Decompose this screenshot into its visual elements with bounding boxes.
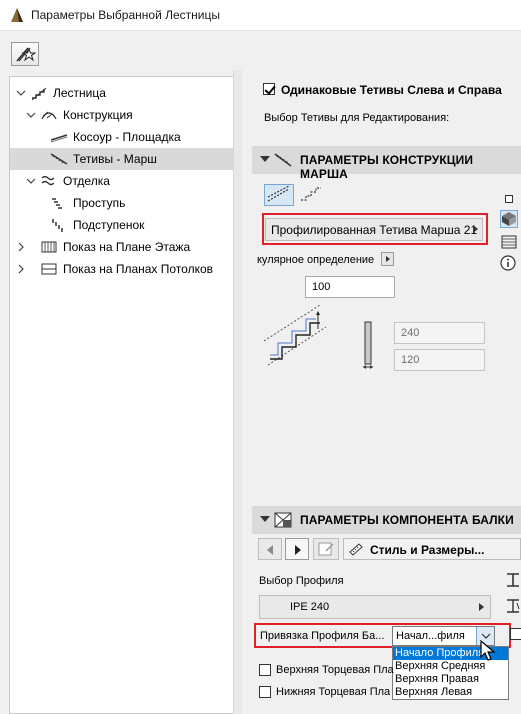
tree-item-label: Лестница xyxy=(53,86,106,100)
window-title: Параметры Выбранной Лестницы xyxy=(31,8,220,22)
cube-icon xyxy=(502,212,516,226)
white-square-icon[interactable] xyxy=(505,195,513,203)
profile-value: IPE 240 xyxy=(290,601,330,613)
tree-item-riser[interactable]: Подступенок xyxy=(10,214,233,236)
flight-section-header[interactable]: ПАРАМЕТРЫ КОНСТРУКЦИИ МАРША xyxy=(252,146,521,181)
previous-button[interactable] xyxy=(258,538,282,560)
floor-plan-icon xyxy=(41,241,57,253)
anchor-option[interactable]: Верхняя Правая xyxy=(393,673,508,686)
favorites-button[interactable] xyxy=(11,42,39,66)
flight-section-title: ПАРАМЕТРЫ КОНСТРУКЦИИ МАРША xyxy=(300,153,474,181)
profile-select-popup[interactable]: IPE 240 xyxy=(259,595,491,619)
favorites-star-icon xyxy=(16,47,36,62)
arrow-left-icon xyxy=(267,545,273,555)
collapse-triangle-icon[interactable] xyxy=(260,156,270,162)
stringer-flight-icon xyxy=(50,153,68,165)
stringer-type-profiled-button[interactable] xyxy=(298,184,326,206)
ceiling-plan-icon xyxy=(41,263,57,275)
tree-item-tread[interactable]: Проступь xyxy=(10,192,233,214)
stringer-select-label: Выбор Тетивы для Редактирования: xyxy=(264,112,450,124)
edit-icon xyxy=(318,542,334,556)
style-dimensions-button[interactable]: Стиль и Размеры... xyxy=(343,538,521,560)
stringer-type-value: Профилированная Тетива Марша 21 xyxy=(271,223,478,237)
profile-section-icon xyxy=(363,321,373,369)
finish-icon xyxy=(41,175,55,186)
bottom-end-plate-checkbox[interactable] xyxy=(259,686,271,698)
height-input[interactable]: 240 xyxy=(394,322,485,344)
width-input[interactable]: 120 xyxy=(394,349,485,371)
i-beam-icon[interactable] xyxy=(506,572,520,588)
beam-section-header[interactable]: ПАРАМЕТРЫ КОМПОНЕНТА БАЛКИ xyxy=(252,506,521,534)
tree-item-flight-stringers[interactable]: Тетивы - Марш xyxy=(10,148,233,170)
top-end-plate-label: Верхняя Торцевая Пла xyxy=(276,664,394,676)
profile-orientation-icon[interactable] xyxy=(506,597,520,615)
tree-item-label: Показ на Планах Потолков xyxy=(63,262,213,276)
tree-item-label: Отделка xyxy=(63,174,110,188)
sloped-stringer-icon xyxy=(267,185,290,202)
bottom-end-plate-label: Нижняя Торцевая Пла xyxy=(276,686,391,698)
collapse-triangle-icon[interactable] xyxy=(260,516,270,522)
same-stringers-label: Одинаковые Тетивы Слева и Справа xyxy=(281,83,502,97)
anchor-value: Начал...филя xyxy=(396,630,465,642)
chevron-down-icon[interactable] xyxy=(26,110,36,120)
info-icon[interactable] xyxy=(500,255,516,271)
section-view-icon[interactable] xyxy=(500,234,518,250)
custom-definition-label: кулярное определение xyxy=(257,254,375,266)
tree-item-ceiling-plan[interactable]: Показ на Планах Потолков xyxy=(10,258,233,280)
app-icon xyxy=(11,8,23,22)
tree-item-label: Конструкция xyxy=(63,108,133,122)
stringer-type-popup[interactable]: Профилированная Тетива Марша 21 xyxy=(265,218,483,241)
mouse-cursor-icon xyxy=(480,640,496,661)
play-arrow-icon xyxy=(386,256,390,262)
tread-icon xyxy=(52,198,62,209)
anchor-extra-checkbox[interactable] xyxy=(510,628,521,640)
depth-input[interactable]: 100 xyxy=(305,276,395,298)
edit-component-button[interactable] xyxy=(313,538,339,560)
stringer-preview-illustration xyxy=(263,304,327,366)
arrow-right-icon xyxy=(295,545,301,555)
tree-item-floor-plan[interactable]: Показ на Плане Этажа xyxy=(10,236,233,258)
chevron-right-icon[interactable] xyxy=(16,264,26,274)
flight-stringer-icon xyxy=(274,153,292,167)
custom-definition-button[interactable] xyxy=(381,252,394,266)
stair-icon xyxy=(31,87,47,101)
settings-tree: Лестница Конструкция Косоур - Площадка Т… xyxy=(9,76,234,714)
tree-item-stair[interactable]: Лестница xyxy=(10,82,233,104)
style-dimensions-label: Стиль и Размеры... xyxy=(370,543,485,557)
stringer-type-sloped-button[interactable] xyxy=(264,184,294,206)
ruler-icon xyxy=(349,543,363,556)
profiled-stringer-icon xyxy=(301,187,321,201)
profile-select-label: Выбор Профиля xyxy=(259,575,344,587)
chevron-down-icon[interactable] xyxy=(16,88,26,98)
same-stringers-checkbox[interactable] xyxy=(263,83,275,95)
tree-item-label: Тетивы - Марш xyxy=(73,152,157,166)
anchor-option[interactable]: Верхняя Левая xyxy=(393,686,508,699)
popup-arrow-icon xyxy=(473,225,478,233)
stringer-icon xyxy=(50,134,68,143)
tree-item-label: Подступенок xyxy=(73,218,145,232)
popup-arrow-icon xyxy=(479,603,484,611)
next-button[interactable] xyxy=(285,538,309,560)
tree-item-label: Проступь xyxy=(73,196,126,210)
top-end-plate-checkbox[interactable] xyxy=(259,664,271,676)
3d-view-button[interactable] xyxy=(500,210,518,228)
beam-component-icon xyxy=(274,512,292,528)
riser-icon xyxy=(52,219,63,232)
splitter[interactable] xyxy=(233,70,242,714)
tree-item-structure[interactable]: Конструкция xyxy=(10,104,233,126)
beam-section-title: ПАРАМЕТРЫ КОМПОНЕНТА БАЛКИ xyxy=(300,513,514,527)
chevron-right-icon[interactable] xyxy=(16,242,26,252)
tree-item-finish[interactable]: Отделка xyxy=(10,170,233,192)
structure-icon xyxy=(41,111,57,120)
tree-item-label: Показ на Плане Этажа xyxy=(63,240,191,254)
tree-item-landing-support[interactable]: Косоур - Площадка xyxy=(10,126,233,148)
anchor-label: Привязка Профиля Ба... xyxy=(260,630,385,642)
title-bar: Параметры Выбранной Лестницы xyxy=(0,0,521,31)
tree-item-label: Косоур - Площадка xyxy=(73,130,181,144)
chevron-down-icon[interactable] xyxy=(26,176,36,186)
